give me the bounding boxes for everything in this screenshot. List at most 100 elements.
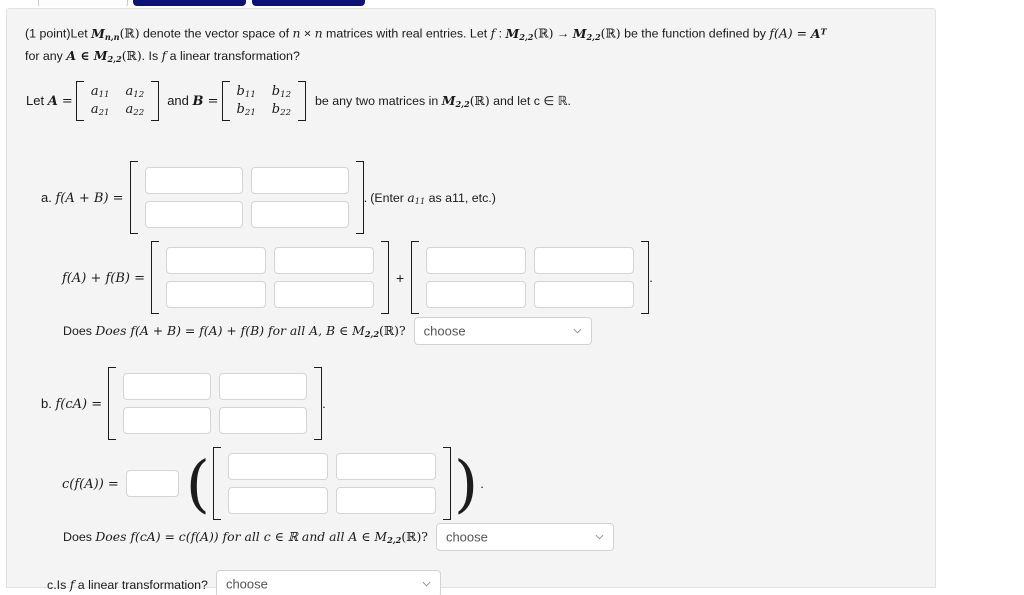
stmt-reals-1: (ℝ) <box>119 25 140 41</box>
part-a-sum-right-input-21[interactable] <box>426 281 527 308</box>
part-b-scalar-left-bracket <box>213 447 221 520</box>
matrix-B-right-bracket <box>298 81 307 121</box>
part-b-right-bracket <box>314 367 323 440</box>
matrix-A-cell-12: a12 <box>125 84 145 100</box>
part-b-dropdown-value: choose <box>445 529 488 545</box>
stmt-reals-2: (ℝ) <box>533 25 554 41</box>
part-a-answer-dropdown[interactable]: choose <box>413 317 592 345</box>
part-a-left-bracket <box>129 161 138 234</box>
part-a-label: a. f(A + B) = <box>41 189 124 206</box>
part-a-input-12[interactable] <box>250 167 349 194</box>
part-a-answer-matrix <box>129 161 364 234</box>
part-b-scalar-right-bracket <box>443 447 451 520</box>
part-b-answer-dropdown[interactable]: choose <box>435 523 614 551</box>
stmt-reals-4: (ℝ) <box>121 48 142 64</box>
part-b-scalar-period: . <box>480 476 484 491</box>
matrix-A-cell-21: a21 <box>90 101 110 118</box>
stmt-colon: : <box>495 26 506 41</box>
part-a-dropdown-value: choose <box>423 323 466 339</box>
stmt-A-in: A ∈ <box>66 48 94 64</box>
part-a-sum-label: f(A) + f(B) = <box>62 270 146 286</box>
part-c-dropdown-value: choose <box>225 576 268 592</box>
part-b-scalar-input[interactable] <box>125 470 179 497</box>
part-c-question-row: c.Is f a linear transformation? choose <box>47 570 441 595</box>
part-b-input-12[interactable] <box>219 373 308 400</box>
stmt-reals-3: (ℝ) <box>600 25 621 41</box>
stmt-text-4: be the function defined by <box>620 26 770 41</box>
answer-entry-field[interactable] <box>38 0 128 6</box>
part-b-scalar-input-21[interactable] <box>228 487 328 514</box>
part-a-question-row: Does Does f(A + B) = f(A) + f(B) for all… <box>63 317 592 345</box>
part-a-sum-left-matrix <box>151 241 390 314</box>
stmt-text-1: Let <box>70 26 92 41</box>
matrix-B-left-bracket <box>221 81 230 121</box>
stmt-M-22-2: M2,2 <box>93 48 122 65</box>
part-a-sum-right-input-22[interactable] <box>534 281 635 308</box>
stmt-text-6: . Is <box>141 49 162 64</box>
part-a-sum-right-input-11[interactable] <box>426 247 527 274</box>
part-b-scalar-input-22[interactable] <box>336 487 436 514</box>
part-b-scalar-label: c(f(A)) = <box>62 476 119 492</box>
matrix-B: b11 b12 b21 b22 <box>221 81 307 121</box>
part-b-input-22[interactable] <box>219 407 308 434</box>
part-a-input-11[interactable] <box>144 167 243 194</box>
part-a-sum-right-input-12[interactable] <box>534 247 635 274</box>
let-A-B-row: Let A = a11 a12 a21 a22 and B = b11 b12 … <box>26 81 571 121</box>
part-a-hint: (Enter a11 as a11, etc.) <box>370 189 496 206</box>
part-b-scalar-input-11[interactable] <box>228 453 328 480</box>
part-a-plus-sign: + <box>396 269 405 286</box>
part-a-input-22[interactable] <box>250 201 349 228</box>
part-a-sum-right-close-bracket <box>641 241 650 314</box>
part-a-sum-right-matrix <box>411 241 650 314</box>
chevron-down-icon <box>595 534 604 540</box>
part-a-period: . <box>363 190 368 205</box>
part-a-sum-left-open-bracket <box>151 241 160 314</box>
part-b-input-21[interactable] <box>123 407 212 434</box>
matrix-A-left-bracket <box>75 81 84 121</box>
part-a-input-21[interactable] <box>144 201 243 228</box>
top-toolbar-strip <box>0 0 1024 6</box>
part-a-sum-left-input-22[interactable] <box>274 281 375 308</box>
webwork-problem-page: (1 point)Let Mn,n(ℝ) denote the vector s… <box>0 0 1024 595</box>
part-a-sum-left-input-11[interactable] <box>166 247 267 274</box>
stmt-equals-1: = <box>792 25 811 41</box>
matrix-A-cell-11: a11 <box>90 84 110 100</box>
stmt-M-22-codomain: M2,2 <box>572 25 601 42</box>
part-b-scalar-matrix <box>213 447 451 520</box>
part-b-question-text: Does Does f(cA) = c(f(A)) for all c ∈ ℝ … <box>63 529 428 545</box>
submit-answers-button[interactable] <box>252 0 365 6</box>
part-a-sum-left-close-bracket <box>381 241 390 314</box>
stmt-text-5: for any <box>25 49 67 64</box>
chevron-down-icon <box>573 328 582 334</box>
matrix-A-right-bracket <box>151 81 160 121</box>
matrix-B-cell-21: b21 <box>236 101 256 118</box>
part-a-sum-left-input-12[interactable] <box>274 247 375 274</box>
matrix-B-cell-22: b22 <box>271 101 292 118</box>
let-A-label: Let A = <box>26 92 73 109</box>
stmt-f-of-A: f(A) <box>769 25 793 41</box>
matrix-A: a11 a12 a21 a22 <box>75 81 160 121</box>
stmt-text-2: denote the vector space of <box>139 26 293 41</box>
stmt-times: × <box>300 26 315 41</box>
stmt-arrow: → <box>553 26 573 41</box>
part-a-right-bracket <box>355 161 364 234</box>
part-c-answer-dropdown[interactable]: choose <box>215 570 441 595</box>
part-b-question-row: Does Does f(cA) = c(f(A)) for all c ∈ ℝ … <box>63 523 614 551</box>
part-a-sum-row: f(A) + f(B) = + . <box>62 241 653 314</box>
be-any-two-label: be any two matrices in M2,2(ℝ) and let c… <box>315 92 571 109</box>
preview-answers-button[interactable] <box>133 0 246 6</box>
matrix-B-cell-12: b12 <box>271 84 292 100</box>
matrix-A-cell-22: a22 <box>125 101 145 118</box>
problem-statement: (1 point)Let Mn,n(ℝ) denote the vector s… <box>25 22 917 69</box>
stmt-n-2: n <box>314 25 323 41</box>
part-b-input-11[interactable] <box>123 373 212 400</box>
part-b-scalar-row: c(f(A)) = ( ) . <box>62 447 484 520</box>
part-a-row: a. f(A + B) = . (Enter a11 as a11, etc.) <box>41 161 496 234</box>
part-a-sum-left-input-21[interactable] <box>166 281 267 308</box>
part-b-row: b. f(cA) = . <box>41 367 326 440</box>
part-b-scalar-input-12[interactable] <box>336 453 436 480</box>
stmt-text-3: matrices with real entries. Let <box>322 26 491 41</box>
open-paren: ( <box>185 446 210 520</box>
part-c-question-text: c.Is f a linear transformation? <box>47 576 208 592</box>
part-b-answer-matrix <box>108 367 323 440</box>
